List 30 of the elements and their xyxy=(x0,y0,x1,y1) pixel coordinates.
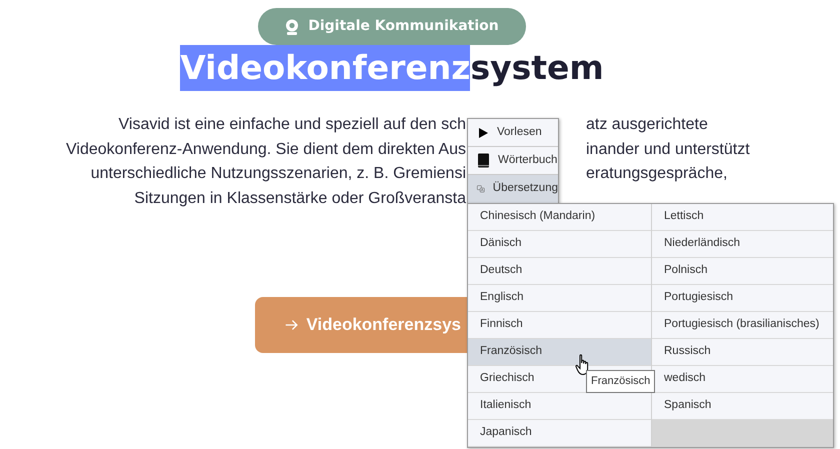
language-option[interactable]: Polnisch xyxy=(652,258,833,285)
language-option[interactable]: Französisch xyxy=(468,339,651,366)
paragraph-text: Visavid ist eine einfache und speziell auf den sch xyxy=(118,115,466,135)
language-option[interactable]: Japanisch xyxy=(468,420,651,447)
language-option[interactable]: Dänisch xyxy=(468,231,651,258)
badge-text: Digitale Kommunikation xyxy=(308,17,499,36)
hand-cursor-icon xyxy=(575,354,591,376)
language-option[interactable]: Portugiesisch xyxy=(652,285,833,312)
play-icon xyxy=(477,126,489,138)
language-option[interactable]: Englisch xyxy=(468,285,651,312)
arrow-right-icon xyxy=(285,317,298,333)
paragraph-text: inander und unterstützt xyxy=(586,140,751,160)
paragraph-text: atz ausgerichtete xyxy=(586,115,709,135)
language-option[interactable]: Deutsch xyxy=(468,258,651,285)
language-option[interactable]: Niederländisch xyxy=(652,231,833,258)
menu-item[interactable]: Übersetzung xyxy=(468,175,558,203)
book-icon xyxy=(477,153,490,168)
paragraph-text: Sitzungen in Klassenstärke oder Großveransta xyxy=(133,188,466,208)
tooltip: Französisch xyxy=(586,370,656,392)
selected-title-text: Videokonferenz xyxy=(180,45,470,91)
paragraph-text: unterschiedliche Nutzungsszenarien, z. B. Gremiensi xyxy=(90,164,466,184)
paragraph-text: Videokonferenz-Anwendung. Sie dient dem direkten Aus xyxy=(65,140,466,160)
language-option[interactable]: Chinesisch (Mandarin) xyxy=(468,204,651,231)
language-option[interactable]: Portugiesisch (brasilianisches) xyxy=(652,312,833,339)
language-option[interactable]: Russisch xyxy=(652,339,833,366)
webcam-icon xyxy=(285,18,300,34)
title-text: system xyxy=(470,47,604,89)
menu-item[interactable]: Vorlesen xyxy=(468,119,558,147)
paragraph-text: eratungsgespräche, xyxy=(586,164,728,184)
language-option[interactable]: Lettisch xyxy=(652,204,833,231)
